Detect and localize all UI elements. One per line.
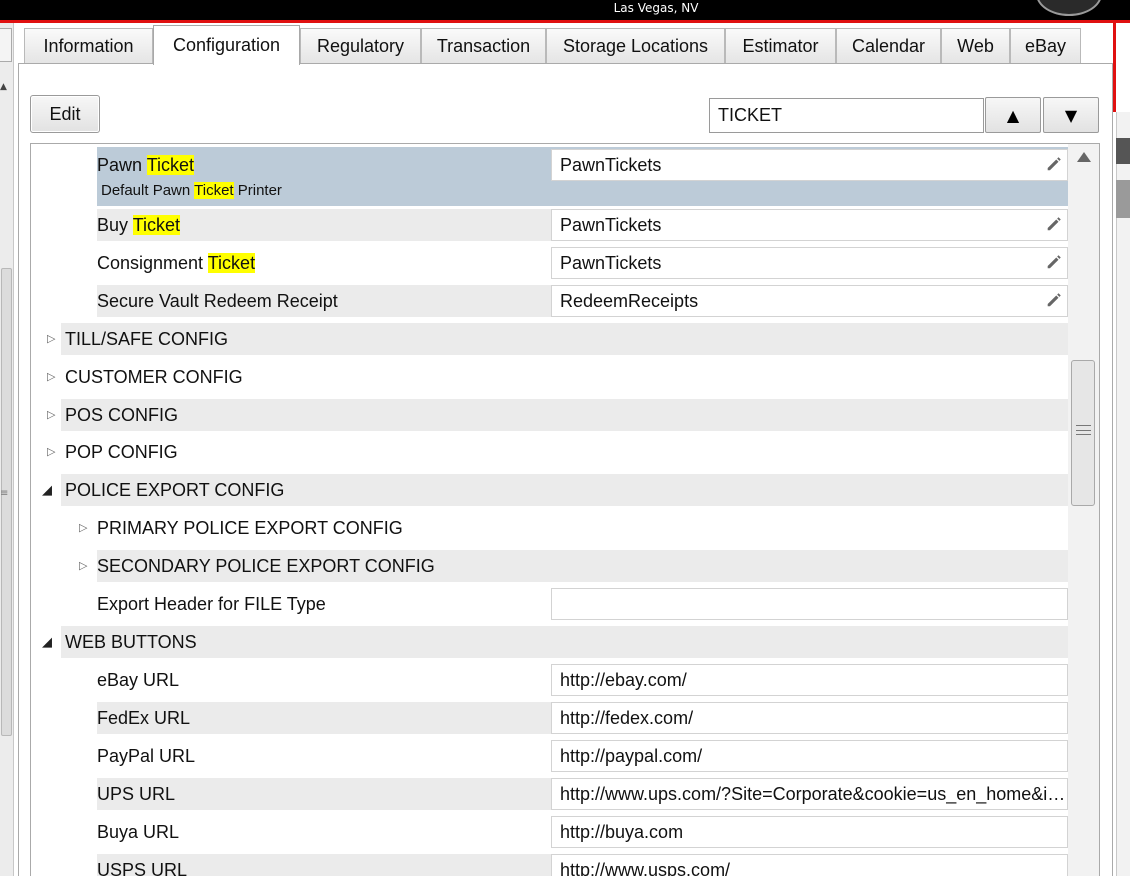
triangle-right-icon[interactable]: ▷ <box>79 548 87 584</box>
group-label: POS CONFIG <box>65 405 179 425</box>
pencil-icon[interactable] <box>1045 155 1063 173</box>
top-header-bar: Las Vegas, NV <box>0 0 1130 20</box>
triangle-right-icon[interactable]: ▷ <box>47 397 55 433</box>
group-label: POP CONFIG <box>65 442 178 462</box>
setting-value[interactable]: http://fedex.com/ <box>551 702 1068 734</box>
setting-label: FedEx URL <box>97 708 191 728</box>
setting-row-ebay-url[interactable]: eBay URL http://ebay.com/ <box>31 662 1068 698</box>
tab-storage-locations[interactable]: Storage Locations <box>546 28 725 64</box>
tab-information[interactable]: Information <box>24 28 153 64</box>
setting-value[interactable]: RedeemReceipts <box>551 285 1068 317</box>
setting-description: Default Pawn Ticket Printer <box>101 182 282 199</box>
group-row-till-safe-config[interactable]: ▷ TILL/SAFE CONFIG <box>31 321 1068 357</box>
setting-value[interactable]: PawnTickets <box>551 247 1068 279</box>
setting-value[interactable]: PawnTickets <box>551 149 1068 181</box>
tab-estimator[interactable]: Estimator <box>725 28 836 64</box>
scroll-up-arrow-icon[interactable] <box>1077 152 1091 162</box>
triangle-right-icon[interactable]: ▷ <box>47 359 55 395</box>
setting-label: USPS URL <box>97 860 188 876</box>
setting-label: Consignment Ticket <box>97 253 256 273</box>
setting-row-pawn-ticket[interactable]: Pawn Ticket PawnTickets <box>31 147 1068 183</box>
search-highlight: Ticket <box>146 155 195 175</box>
triangle-down-icon[interactable]: ◢ <box>42 624 52 660</box>
left-pane-tab[interactable] <box>0 28 12 62</box>
setting-row-fedex-url[interactable]: FedEx URL http://fedex.com/ <box>31 700 1068 736</box>
edit-button[interactable]: Edit <box>30 95 100 133</box>
group-label: TILL/SAFE CONFIG <box>65 329 229 349</box>
group-row-pos-config[interactable]: ▷ POS CONFIG <box>31 397 1068 433</box>
setting-label: Buy Ticket <box>97 215 181 235</box>
setting-value[interactable] <box>551 588 1068 620</box>
active-frame-right <box>1113 20 1116 112</box>
previous-match-button[interactable]: ▲ <box>985 97 1041 133</box>
group-label: POLICE EXPORT CONFIG <box>65 480 285 500</box>
right-pane-edge <box>1116 112 1130 876</box>
setting-value[interactable]: http://www.usps.com/ <box>551 854 1068 876</box>
group-label: CUSTOMER CONFIG <box>65 367 243 387</box>
setting-value[interactable]: PawnTickets <box>551 209 1068 241</box>
group-row-police-export-config[interactable]: ◢ POLICE EXPORT CONFIG <box>31 472 1068 508</box>
tab-transaction[interactable]: Transaction <box>421 28 546 64</box>
left-scroll-up-icon[interactable]: ▲ <box>0 82 7 92</box>
right-pane-item[interactable] <box>1116 180 1130 218</box>
group-row-pop-config[interactable]: ▷ POP CONFIG <box>31 434 1068 470</box>
search-highlight: Ticket <box>132 215 181 235</box>
pencil-icon[interactable] <box>1045 253 1063 271</box>
pencil-icon[interactable] <box>1045 215 1063 233</box>
setting-row-secure-vault-redeem-receipt[interactable]: Secure Vault Redeem Receipt RedeemReceip… <box>31 283 1068 319</box>
search-highlight: Ticket <box>207 253 256 273</box>
setting-row-paypal-url[interactable]: PayPal URL http://paypal.com/ <box>31 738 1068 774</box>
setting-row-export-header-file-type[interactable]: Export Header for FILE Type <box>31 586 1068 622</box>
triangle-down-icon[interactable]: ◢ <box>42 472 52 508</box>
setting-label: Secure Vault Redeem Receipt <box>97 291 338 311</box>
scrollbar-thumb[interactable] <box>1071 360 1095 506</box>
triangle-right-icon[interactable]: ▷ <box>47 321 55 357</box>
tab-configuration[interactable]: Configuration <box>153 25 300 65</box>
search-input[interactable] <box>709 98 984 133</box>
setting-row-buy-ticket[interactable]: Buy Ticket PawnTickets <box>31 207 1068 243</box>
group-row-web-buttons[interactable]: ◢ WEB BUTTONS <box>31 624 1068 660</box>
setting-value[interactable]: http://paypal.com/ <box>551 740 1068 772</box>
setting-label: PayPal URL <box>97 746 196 766</box>
group-label: PRIMARY POLICE EXPORT CONFIG <box>97 518 403 538</box>
subgroup-row-primary-police-export-config[interactable]: ▷ PRIMARY POLICE EXPORT CONFIG <box>31 510 1068 546</box>
left-scrollbar-thumb[interactable] <box>1 268 12 736</box>
triangle-down-icon: ▼ <box>1064 105 1078 125</box>
tab-ebay[interactable]: eBay <box>1010 28 1081 64</box>
setting-label: UPS URL <box>97 784 176 804</box>
setting-value[interactable]: http://buya.com <box>551 816 1068 848</box>
triangle-up-icon: ▲ <box>1006 105 1020 125</box>
setting-value[interactable]: http://www.ups.com/?Site=Corporate&cooki… <box>551 778 1068 810</box>
search-highlight: Ticket <box>194 182 234 199</box>
next-match-button[interactable]: ▼ <box>1043 97 1099 133</box>
group-label: WEB BUTTONS <box>65 632 197 652</box>
grip-icon <box>1076 425 1091 435</box>
tab-calendar[interactable]: Calendar <box>836 28 941 64</box>
tab-bar: Information Configuration Regulatory Tra… <box>14 23 1113 65</box>
setting-row-consignment-ticket[interactable]: Consignment Ticket PawnTickets <box>31 245 1068 281</box>
store-location: Las Vegas, NV <box>613 1 699 15</box>
setting-value[interactable]: http://ebay.com/ <box>551 664 1068 696</box>
setting-label: Buya URL <box>97 822 180 842</box>
setting-label: Pawn Ticket <box>97 147 195 183</box>
label-text: Pawn <box>97 155 147 175</box>
setting-label: eBay URL <box>97 670 180 690</box>
tab-regulatory[interactable]: Regulatory <box>300 28 421 64</box>
setting-row-ups-url[interactable]: UPS URL http://www.ups.com/?Site=Corpora… <box>31 776 1068 812</box>
grid-scrollbar[interactable] <box>1068 144 1099 876</box>
triangle-right-icon[interactable]: ▷ <box>79 510 87 546</box>
group-row-customer-config[interactable]: ▷ CUSTOMER CONFIG <box>31 359 1068 395</box>
value-text: PawnTickets <box>560 155 662 175</box>
group-label: SECONDARY POLICE EXPORT CONFIG <box>97 556 435 576</box>
triangle-right-icon[interactable]: ▷ <box>47 434 55 470</box>
setting-row-buya-url[interactable]: Buya URL http://buya.com <box>31 814 1068 850</box>
setting-label: Export Header for FILE Type <box>97 594 326 614</box>
right-pane-item[interactable] <box>1116 138 1130 164</box>
setting-row-usps-url[interactable]: USPS URL http://www.usps.com/ <box>31 852 1068 876</box>
left-grip-icon: ≡ <box>0 488 9 499</box>
tab-web[interactable]: Web <box>941 28 1010 64</box>
subgroup-row-secondary-police-export-config[interactable]: ▷ SECONDARY POLICE EXPORT CONFIG <box>31 548 1068 584</box>
settings-grid: Pawn Ticket PawnTickets Default Pawn Tic… <box>30 143 1100 876</box>
pencil-icon[interactable] <box>1045 291 1063 309</box>
